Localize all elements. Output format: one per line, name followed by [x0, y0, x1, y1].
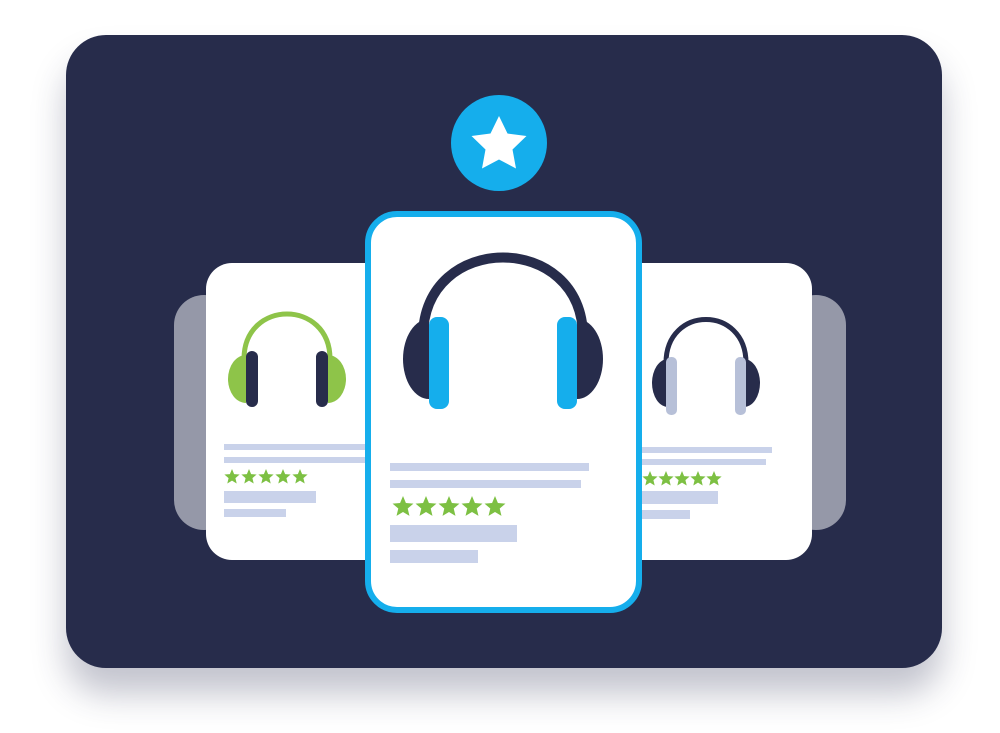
rating-star-icon: [484, 496, 506, 516]
headphones-muted-icon: [652, 317, 760, 415]
rating-star-icon: [706, 471, 722, 486]
rating-star-icon: [241, 469, 257, 484]
product-card-featured-content: [390, 252, 603, 563]
rating-star-icon: [258, 469, 274, 484]
favorite-badge[interactable]: [451, 95, 547, 191]
price-bar: [390, 525, 517, 542]
meta-bar: [224, 509, 286, 517]
rating-star-icon: [461, 496, 483, 516]
rating-stars: [642, 471, 722, 486]
headphones-green-icon: [228, 311, 346, 407]
price-bar: [224, 491, 316, 503]
rating-stars: [224, 469, 308, 484]
rating-star-icon: [224, 469, 240, 484]
rating-stars: [392, 496, 506, 516]
rating-star-icon: [690, 471, 706, 486]
rating-star-icon: [658, 471, 674, 486]
star-icon: [451, 95, 547, 191]
rating-star-icon: [292, 469, 308, 484]
description-lines: [390, 463, 589, 488]
rating-star-icon: [438, 496, 460, 516]
headphones-blue-icon: [403, 252, 603, 409]
meta-bar: [390, 550, 478, 563]
rating-star-icon: [392, 496, 414, 516]
product-card-featured[interactable]: [365, 211, 642, 613]
description-lines: [224, 444, 374, 463]
rating-star-icon: [415, 496, 437, 516]
illustration: [0, 0, 1000, 733]
rating-star-icon: [642, 471, 658, 486]
description-lines: [626, 447, 772, 465]
rating-star-icon: [275, 469, 291, 484]
rating-star-icon: [674, 471, 690, 486]
